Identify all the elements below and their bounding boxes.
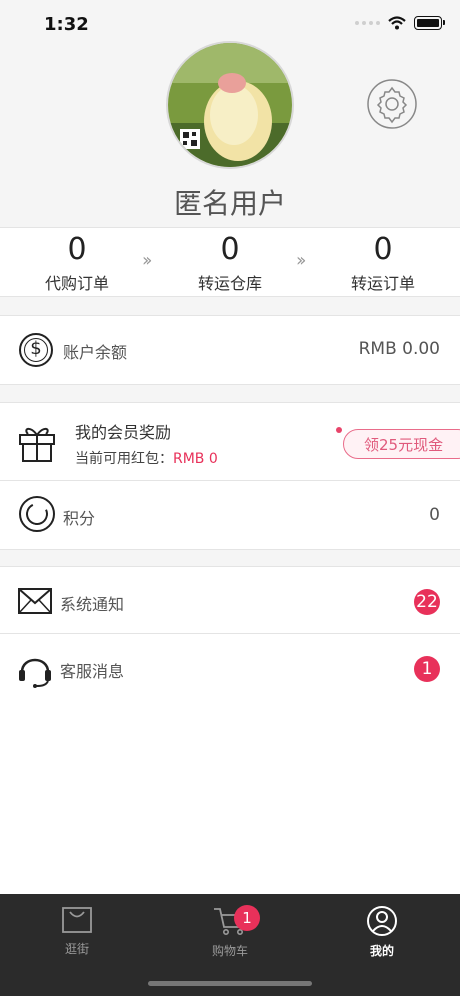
battery-icon [414, 16, 445, 30]
order-stat-warehouse[interactable]: 0 转运仓库 [153, 228, 307, 294]
gift-icon [19, 427, 55, 462]
content-spacer [0, 702, 460, 894]
tab-browse[interactable]: 逛街 [27, 906, 127, 957]
notification-dot [336, 427, 342, 433]
signal-icon [355, 21, 380, 25]
points-value: 0 [429, 505, 440, 525]
tab-label: 我的 [369, 944, 394, 958]
username: 匿名用户 [173, 187, 286, 220]
rewards-row[interactable]: 我的会员奖励 当前可用红包：RMB 0 领25元现金 › [0, 402, 460, 481]
points-row[interactable]: 积分 0 [0, 480, 460, 550]
notifications-title: 系统通知 [60, 595, 125, 614]
tab-label: 购物车 [211, 944, 248, 958]
chevron-right-icon: ›› [142, 250, 153, 271]
status-icons [355, 16, 445, 30]
red-packet-value: RMB 0 [173, 451, 218, 467]
system-notifications-row[interactable]: 系统通知 22 [0, 566, 460, 634]
tab-cart[interactable]: 购物车 [180, 906, 280, 959]
red-packet-label: 当前可用红包： [75, 451, 173, 467]
unread-badge: 22 [414, 589, 440, 615]
settings-gear-icon[interactable] [366, 78, 418, 130]
balance-value: RMB 0.00 [358, 339, 440, 359]
balance-row[interactable]: $ 账户余额 RMB 0.00 [0, 315, 460, 385]
chevron-right-icon: ›› [296, 250, 307, 271]
tab-label: 逛街 [64, 942, 89, 956]
headset-icon [19, 658, 51, 688]
order-stats: 0 代购订单 ›› 0 转运仓库 ›› 0 转运订单 [0, 227, 460, 297]
status-time: 1:32 [44, 14, 89, 35]
dollar-coin-icon: $ [19, 333, 53, 367]
wifi-icon [388, 16, 406, 30]
points-ring-icon [19, 496, 55, 532]
customer-service-row[interactable]: 客服消息 1 [0, 633, 460, 703]
home-indicator [148, 981, 312, 986]
order-stat-forwarding[interactable]: 0 转运订单 [306, 228, 460, 294]
order-count: 0 [373, 232, 393, 267]
cart-badge: 1 [234, 905, 260, 931]
balance-title: 账户余额 [63, 343, 128, 362]
points-title: 积分 [63, 509, 96, 528]
mail-icon [18, 588, 52, 614]
rewards-title: 我的会员奖励 [75, 423, 172, 442]
service-title: 客服消息 [60, 662, 125, 681]
order-count: 0 [220, 232, 240, 267]
claim-cash-label: 领25元现金 [364, 436, 444, 454]
avatar-image [168, 43, 292, 167]
order-label: 转运仓库 [197, 274, 262, 293]
user-avatar[interactable] [168, 43, 292, 167]
user-circle-icon [367, 906, 397, 936]
claim-cash-button[interactable]: 领25元现金 › [343, 429, 460, 459]
unread-badge: 1 [414, 656, 440, 682]
shopping-bag-icon [62, 907, 92, 933]
tab-me[interactable]: 我的 [332, 906, 432, 959]
order-label: 转运订单 [350, 274, 415, 293]
order-label: 代购订单 [44, 274, 109, 293]
order-stat-purchase[interactable]: 0 代购订单 [0, 228, 154, 294]
order-count: 0 [67, 232, 87, 267]
